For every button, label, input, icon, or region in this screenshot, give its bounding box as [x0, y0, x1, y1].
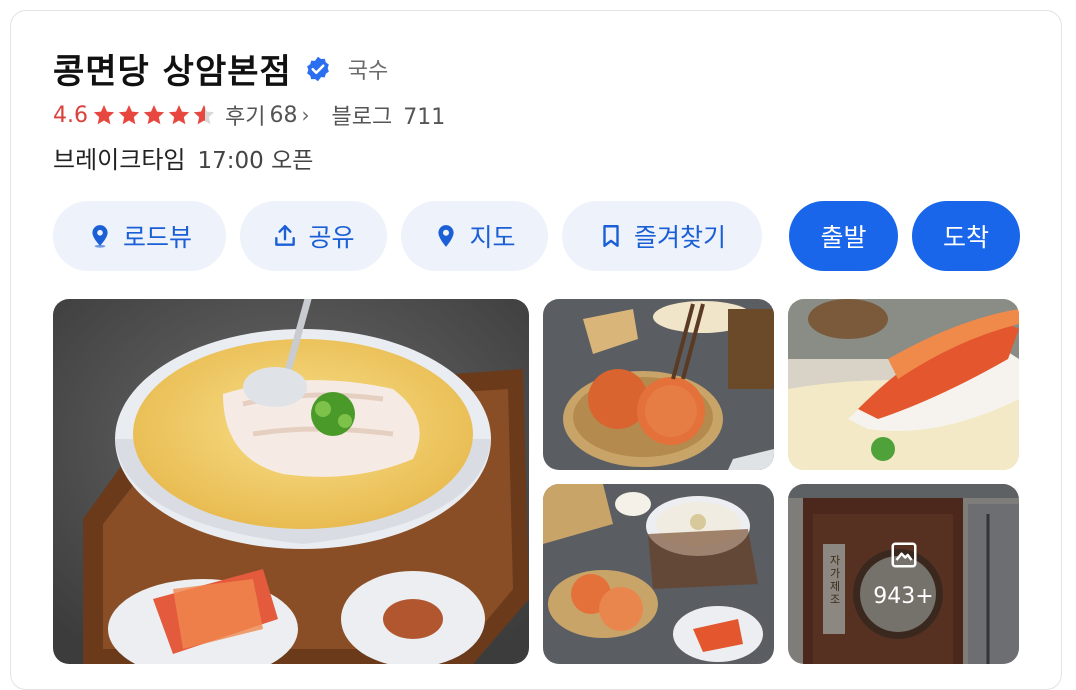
gallery-icon: [891, 542, 916, 567]
share-icon: [275, 225, 296, 246]
arrive-button[interactable]: 도착: [912, 201, 1020, 271]
share-button[interactable]: 공유: [240, 201, 387, 271]
photo-spread[interactable]: [543, 484, 774, 664]
bookmark-label: 즐겨찾기: [633, 223, 726, 252]
verified-badge-icon: [306, 56, 329, 81]
depart-label: 출발: [820, 223, 867, 252]
chevron-right-icon: ›: [301, 103, 310, 127]
map-label: 지도: [469, 223, 516, 252]
star-icon: [168, 105, 190, 125]
arrive-label: 도착: [942, 223, 989, 252]
photo-spread-image: [543, 484, 774, 664]
reviews-link[interactable]: 후기 68 ›: [225, 99, 309, 131]
title-row: 콩면당 상암본점 국수: [53, 44, 388, 93]
place-name[interactable]: 콩면당 상암본점: [53, 44, 292, 93]
roadview-label: 로드뷰: [122, 223, 192, 252]
bookmark-button[interactable]: 즐겨찾기: [562, 201, 762, 271]
hours-status: 브레이크타임: [53, 146, 186, 174]
hours-time: 17:00 오픈: [197, 148, 314, 174]
star-icon: [93, 105, 115, 125]
bookmark-icon: [603, 225, 619, 247]
star-icon: [143, 105, 165, 125]
place-category: 국수: [347, 58, 389, 84]
storefront-sign: 자가제조: [829, 554, 841, 606]
rating-number: 4.6: [53, 102, 88, 128]
share-label: 공유: [308, 223, 355, 252]
photo-kimchi[interactable]: [788, 299, 1019, 470]
photo-pancakes-image: [543, 299, 774, 470]
photo-main-image: [53, 299, 529, 664]
photo-pancakes[interactable]: [543, 299, 774, 470]
more-photos-overlay[interactable]: 943+: [788, 484, 1019, 664]
photo-main[interactable]: [53, 299, 529, 664]
reviews-label: 후기: [225, 105, 266, 130]
hours-row: 브레이크타임 17:00 오픈: [53, 140, 313, 175]
pin-icon: [92, 225, 108, 248]
rating-stars: [92, 103, 217, 127]
photo-storefront[interactable]: 943+ 자가제조: [788, 484, 1019, 664]
photo-kimchi-image: [788, 299, 1019, 470]
blog-link[interactable]: 블로그 711: [331, 99, 445, 131]
blog-label: 블로그: [331, 105, 393, 130]
star-icon: [118, 105, 140, 125]
reviews-count: 68: [269, 102, 298, 128]
map-button[interactable]: 지도: [401, 201, 548, 271]
more-photos-count: 943+: [873, 583, 934, 609]
rating-row: 4.6 후기 68 › 블로그 711: [53, 99, 445, 131]
location-icon: [438, 225, 455, 247]
star-half-icon: [193, 105, 215, 125]
roadview-button[interactable]: 로드뷰: [53, 201, 226, 271]
blog-count: 711: [403, 105, 446, 130]
depart-button[interactable]: 출발: [789, 201, 898, 271]
